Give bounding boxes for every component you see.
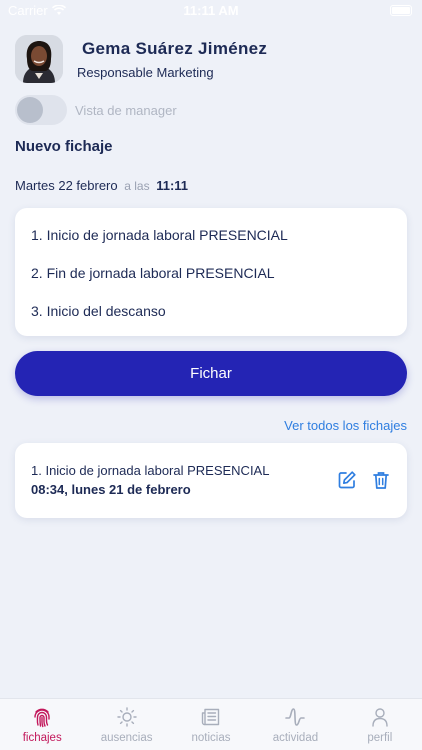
person-icon (372, 708, 388, 727)
new-entry-title: Nuevo fichaje (15, 138, 113, 155)
tab-fichajes[interactable]: fichajes (0, 699, 84, 750)
see-all-entries-link[interactable]: Ver todos los fichajes (284, 418, 407, 433)
entry-date: Martes 22 febrero (15, 178, 118, 193)
user-name: Gema Suárez Jiménez (82, 39, 268, 58)
toggle-knob (17, 97, 43, 123)
tab-label: actividad (272, 732, 319, 744)
avatar[interactable] (15, 35, 63, 83)
tab-noticias[interactable]: noticias (169, 699, 253, 750)
manager-view-toggle[interactable] (15, 95, 67, 125)
tab-label: perfil (367, 732, 393, 744)
entry-time: 11:11 (156, 178, 189, 193)
option-item[interactable]: 1. Inicio de jornada laboral PRESENCIAL (31, 226, 391, 264)
tab-label: fichajes (22, 732, 62, 744)
newspaper-icon (201, 708, 220, 726)
edit-icon[interactable] (337, 470, 357, 490)
tab-ausencias[interactable]: ausencias (84, 699, 168, 750)
tab-label: ausencias (100, 732, 153, 744)
fingerprint-icon (34, 708, 50, 728)
battery-icon (390, 5, 412, 16)
status-time: 11:11 AM (183, 3, 239, 18)
option-item[interactable]: 3. Inicio del descanso (31, 302, 391, 340)
manager-toggle-label: Vista de manager (75, 102, 177, 118)
activity-wave-icon (285, 708, 306, 726)
entry-date-row: Martes 22 febrero a las 11:11 (15, 178, 188, 193)
user-role: Responsable Marketing (77, 65, 214, 80)
avatar-portrait-icon (15, 35, 63, 83)
tab-perfil[interactable]: perfil (338, 699, 422, 750)
status-bar: Carrier 11:11 AM (0, 0, 422, 22)
trash-icon[interactable] (371, 470, 391, 490)
fichar-button[interactable]: Fichar (15, 351, 407, 396)
entry-type-options: 1. Inicio de jornada laboral PRESENCIAL … (15, 208, 407, 336)
manager-toggle-row: Vista de manager (15, 95, 177, 125)
tab-actividad[interactable]: actividad (253, 699, 337, 750)
sun-icon (116, 707, 137, 727)
entry-actions (337, 470, 391, 490)
tab-label: noticias (191, 732, 231, 744)
bottom-tab-bar: fichajes ausencias noticias actividad pe… (0, 698, 422, 750)
last-entry-card: 1. Inicio de jornada laboral PRESENCIAL … (15, 443, 407, 518)
profile-header: Gema Suárez Jiménez Responsable Marketin… (15, 35, 267, 83)
option-item[interactable]: 2. Fin de jornada laboral PRESENCIAL (31, 264, 391, 302)
entry-at-label: a las (124, 179, 150, 193)
